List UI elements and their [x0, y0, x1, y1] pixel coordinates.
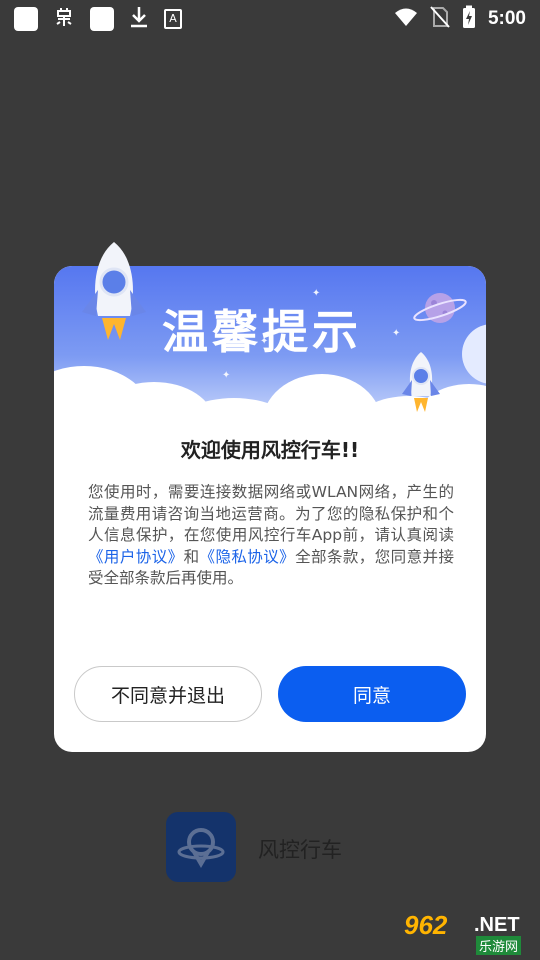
watermark-logo: 962 .NET 乐游网: [400, 910, 536, 956]
download-icon: [128, 5, 150, 34]
app-name: 风控行车: [258, 838, 342, 862]
star-icon: ✦: [222, 370, 231, 381]
rocket-icon: [396, 350, 446, 420]
rocket-icon: [70, 240, 158, 354]
no-sim-icon: [430, 5, 450, 33]
privacy-policy-link[interactable]: 《隐私协议》: [200, 548, 296, 566]
status-bar: A 5:00: [0, 0, 540, 38]
square-icon: [14, 7, 38, 31]
location-pin-icon: [177, 828, 225, 868]
decline-exit-button[interactable]: 不同意并退出: [74, 666, 262, 722]
wifi-icon: [394, 7, 418, 32]
watermark-number: 962: [404, 910, 448, 940]
body-text-prefix: 您使用时，需要连接数据网络或WLAN网络，产生的流量费用请咨询当地运营商。为了您…: [88, 483, 454, 544]
battery-charging-icon: [462, 5, 476, 34]
bug-icon: [52, 5, 76, 34]
notification-icons: A: [14, 5, 182, 34]
user-agreement-link[interactable]: 《用户协议》: [88, 548, 184, 566]
star-icon: ✦: [392, 328, 401, 339]
agree-button[interactable]: 同意: [278, 666, 466, 722]
dialog-body: 您使用时，需要连接数据网络或WLAN网络，产生的流量费用请咨询当地运营商。为了您…: [88, 482, 454, 590]
privacy-dialog: ✦ ✦ ✦ ✦ 温馨提示 欢迎使用风控行车!! 您使用时，需要连接数据网络或WL…: [54, 242, 486, 752]
system-icons: 5:00: [394, 5, 526, 34]
square-icon: [90, 7, 114, 31]
dialog-header-title: 温馨提示: [162, 305, 362, 359]
watermark-suffix: .NET: [474, 914, 520, 936]
and-text: 和: [183, 547, 200, 566]
planet-icon: [412, 286, 468, 334]
clock: 5:00: [487, 8, 526, 29]
watermark-subtitle: 乐游网: [476, 936, 522, 955]
dialog-heading: 欢迎使用风控行车!!: [180, 438, 360, 462]
app-logo: [166, 812, 236, 882]
a-icon: A: [164, 9, 182, 29]
